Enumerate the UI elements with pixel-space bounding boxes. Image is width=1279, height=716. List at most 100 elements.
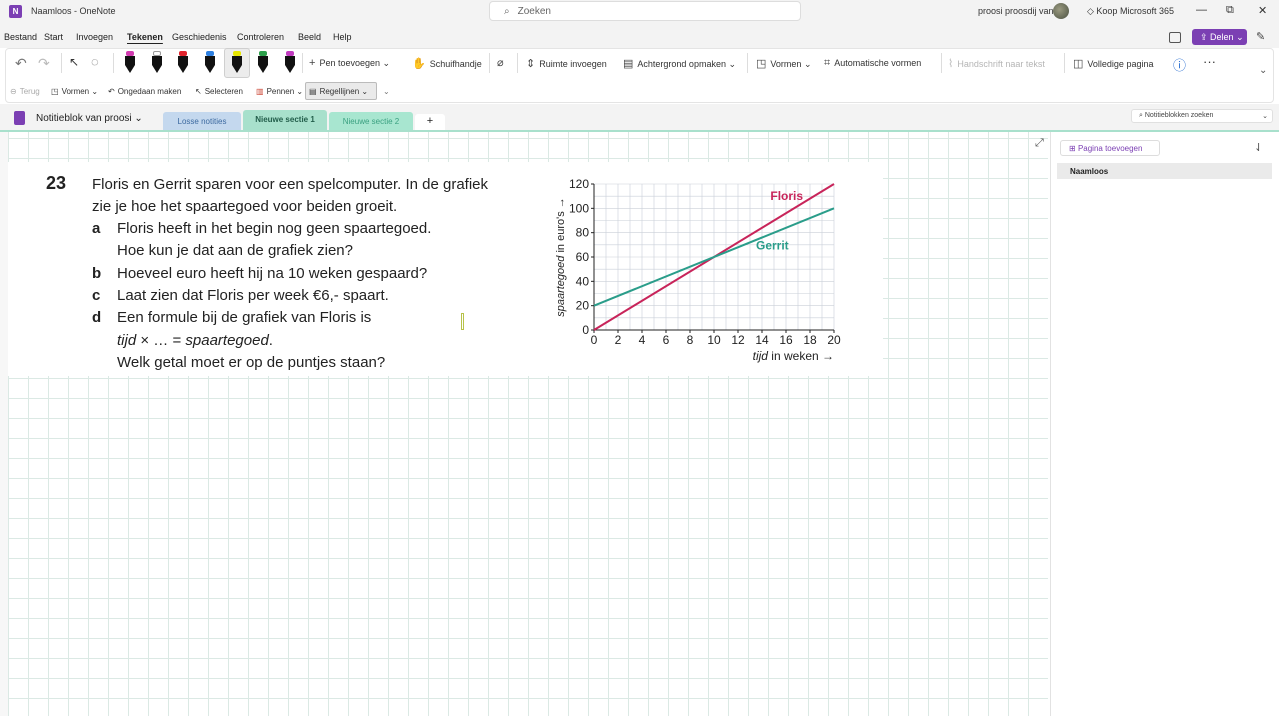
- minimize-button[interactable]: —: [1196, 4, 1207, 16]
- pens-button[interactable]: ▥ Pennen ⌄: [256, 87, 303, 96]
- restore-button[interactable]: ⧉: [1226, 4, 1234, 17]
- chevron-down-icon: ⌄: [1262, 113, 1268, 120]
- share-button[interactable]: ⇪ Delen ⌄: [1192, 29, 1247, 45]
- insert-space-label: Ruimte invoegen: [539, 59, 607, 69]
- notebook-search-input[interactable]: ⌕ Notitieblokken zoeken ⌄: [1131, 109, 1273, 123]
- menu-beeld[interactable]: Beeld: [298, 32, 321, 42]
- back-button[interactable]: ⊖ Terug: [10, 87, 40, 96]
- cursor-icon: ↖: [195, 87, 202, 96]
- add-pen-button[interactable]: + Pen toevoegen ⌄: [309, 57, 390, 69]
- chevron-down-icon: ⌄: [131, 113, 143, 124]
- pen-tool[interactable]: [150, 51, 164, 75]
- auto-shapes-button[interactable]: ⌗ Automatische vormen: [824, 57, 921, 70]
- menu-controleren[interactable]: Controleren: [237, 32, 284, 42]
- shapes-button[interactable]: ◳ Vormen ⌄: [756, 57, 811, 70]
- redo-icon[interactable]: ↷: [38, 55, 50, 72]
- menu-invoegen[interactable]: Invoegen: [76, 32, 113, 42]
- chevron-down-icon: ⌄: [359, 87, 369, 96]
- search-box[interactable]: ⌕ Zoeken: [489, 1, 801, 21]
- background-format-button[interactable]: ▤ Achtergrond opmaken ⌄: [623, 57, 736, 70]
- plus-icon: +: [309, 57, 316, 69]
- question-d-line-3: Welk getal moet er op de puntjes staan?: [117, 354, 386, 371]
- help-icon[interactable]: ⓘ: [1173, 55, 1186, 74]
- sort-icon[interactable]: ⇃: [1254, 141, 1263, 154]
- ink-to-text-button[interactable]: ⌇ Handschrift naar tekst: [948, 57, 1045, 70]
- pen-tool[interactable]: [203, 51, 217, 75]
- menu-help[interactable]: Help: [333, 32, 352, 42]
- back-icon: ⊖: [10, 87, 17, 96]
- x-tick-label: 12: [731, 333, 745, 347]
- menu-bestand[interactable]: Bestand: [4, 32, 37, 42]
- menu-geschiedenis[interactable]: Geschiedenis: [172, 32, 227, 42]
- question-b-line-1: Hoeveel euro heeft hij na 10 weken gespa…: [117, 265, 428, 282]
- menu-tekenen[interactable]: Tekenen: [127, 32, 163, 42]
- add-page-button[interactable]: ⊞ Pagina toevoegen: [1060, 140, 1160, 156]
- undo-icon[interactable]: ↶: [15, 55, 27, 72]
- question-d-label: d: [92, 309, 102, 326]
- insert-space-button[interactable]: ⇕ Ruimte invoegen: [526, 57, 607, 70]
- ink-to-text-icon: ⌇: [948, 58, 954, 70]
- ruler-icon[interactable]: ⌀: [497, 56, 508, 69]
- user-name[interactable]: proosi proosdij van: [978, 6, 1054, 16]
- question-c-line-1: Laat zien dat Floris per week €6,- spaar…: [117, 287, 389, 304]
- x-tick-label: 8: [687, 333, 694, 347]
- chevron-down-icon: ⌄: [1233, 32, 1244, 42]
- highlighter-tool[interactable]: [230, 51, 244, 75]
- x-tick-label: 18: [803, 333, 817, 347]
- question-c-label: c: [92, 287, 101, 304]
- full-page-button[interactable]: ◫ Volledige pagina: [1073, 57, 1153, 70]
- page-list-item[interactable]: Naamloos: [1057, 163, 1272, 179]
- exercise-number: 23: [46, 173, 67, 193]
- savings-chart: 0 2 4 6 8 10 12 14 16 18 20 0 20 40 60 80 100 120 Floris Ge…: [555, 177, 841, 363]
- chevron-down-icon: ⌄: [725, 59, 737, 69]
- text-cursor-container[interactable]: [461, 313, 464, 330]
- more-options-button[interactable]: ···: [1203, 54, 1216, 69]
- formula-spaartegoed: spaartegoed: [185, 332, 269, 349]
- buy-label: Koop Microsoft 365: [1096, 6, 1174, 16]
- schuifhandje-button[interactable]: ✋ Schuifhandje: [412, 57, 482, 70]
- section-tab-nieuwe-sectie-1[interactable]: Nieuwe sectie 1: [243, 110, 327, 130]
- undo-button[interactable]: ↶ Ongedaan maken: [108, 87, 181, 96]
- collapse-ribbon-icon[interactable]: ⌄: [1259, 65, 1267, 76]
- section-tab-losse-notities[interactable]: Losse notities: [163, 112, 241, 130]
- lasso-icon[interactable]: ◌: [91, 54, 99, 69]
- x-tick-label: 14: [755, 333, 769, 347]
- notebook-icon: [14, 111, 25, 125]
- notebook-search-placeholder: Notitieblokken zoeken: [1144, 112, 1214, 119]
- pen-tool[interactable]: [256, 51, 270, 75]
- select-arrow-icon[interactable]: ↖: [69, 55, 79, 69]
- chevron-down-icon: ⌄: [294, 87, 304, 96]
- question-a-line-2: Hoe kun je dat aan de grafiek zien?: [117, 242, 353, 259]
- chevron-down-icon: ⌄: [89, 87, 99, 96]
- pen-tool[interactable]: [283, 51, 297, 75]
- customize-toolbar-icon[interactable]: ⌄: [383, 87, 390, 96]
- chevron-down-icon: ⌄: [801, 59, 812, 69]
- select-button[interactable]: ↖ Selecteren: [195, 87, 243, 96]
- pen-tool[interactable]: [123, 51, 137, 75]
- pen-mode-icon[interactable]: ✎: [1256, 30, 1265, 43]
- x-tick-label: 10: [707, 333, 721, 347]
- expand-icon[interactable]: ⤢: [1035, 137, 1044, 150]
- pen-tool[interactable]: [176, 51, 190, 75]
- formula-mid: × … =: [136, 332, 186, 349]
- y-axis-label: spaartegoed in euro's →: [555, 197, 567, 317]
- shapes-menu-button[interactable]: ◳ Vormen ⌄: [51, 87, 98, 96]
- shapes-label: Vormen: [61, 87, 90, 96]
- schuifhandje-label: Schuifhandje: [429, 59, 482, 69]
- add-page-icon: ⊞: [1069, 144, 1078, 153]
- x-axis-label: tijd in weken →: [753, 349, 834, 363]
- close-button[interactable]: ✕: [1258, 4, 1267, 17]
- ruled-lines-button[interactable]: ▤ Regellijnen ⌄: [309, 87, 368, 96]
- shapes-icon: ◳: [51, 87, 59, 96]
- shapes-icon: ◳: [756, 58, 767, 70]
- onenote-app-icon: N: [9, 5, 22, 18]
- avatar[interactable]: [1053, 3, 1069, 19]
- section-tab-nieuwe-sectie-2[interactable]: Nieuwe sectie 2: [329, 112, 413, 130]
- buy-microsoft-365-button[interactable]: ◇ Koop Microsoft 365: [1087, 6, 1174, 17]
- notebook-view-icon[interactable]: [1169, 32, 1181, 43]
- question-b-label: b: [92, 265, 102, 282]
- add-section-button[interactable]: +: [415, 114, 445, 130]
- x-tick-label: 2: [615, 333, 622, 347]
- notebook-name-dropdown[interactable]: Notitieblok van proosi ⌄: [36, 113, 143, 124]
- menu-start[interactable]: Start: [44, 32, 63, 42]
